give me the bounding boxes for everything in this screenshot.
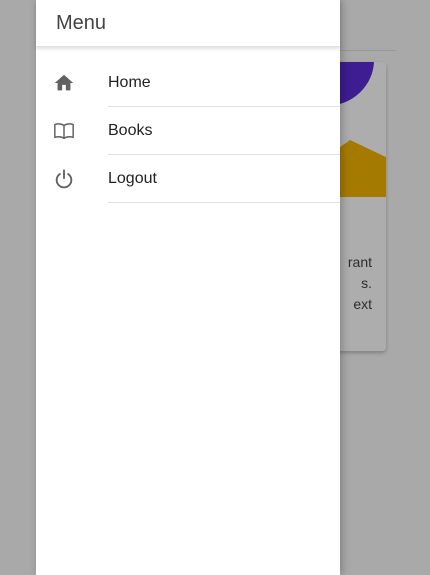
drawer-title: Menu: [36, 0, 340, 47]
drawer-item-label: Books: [108, 122, 153, 139]
navigation-drawer: Menu Home Books Logout: [36, 0, 340, 575]
book-icon: [52, 119, 76, 143]
home-icon: [52, 71, 76, 95]
drawer-item-label: Home: [108, 74, 151, 91]
divider: [108, 202, 340, 203]
drawer-item-home[interactable]: Home: [36, 59, 340, 107]
drawer-item-logout[interactable]: Logout: [36, 155, 340, 203]
power-icon: [52, 167, 76, 191]
drawer-item-books[interactable]: Books: [36, 107, 340, 155]
drawer-list: Home Books Logout: [36, 59, 340, 203]
drawer-item-label: Logout: [108, 170, 157, 187]
